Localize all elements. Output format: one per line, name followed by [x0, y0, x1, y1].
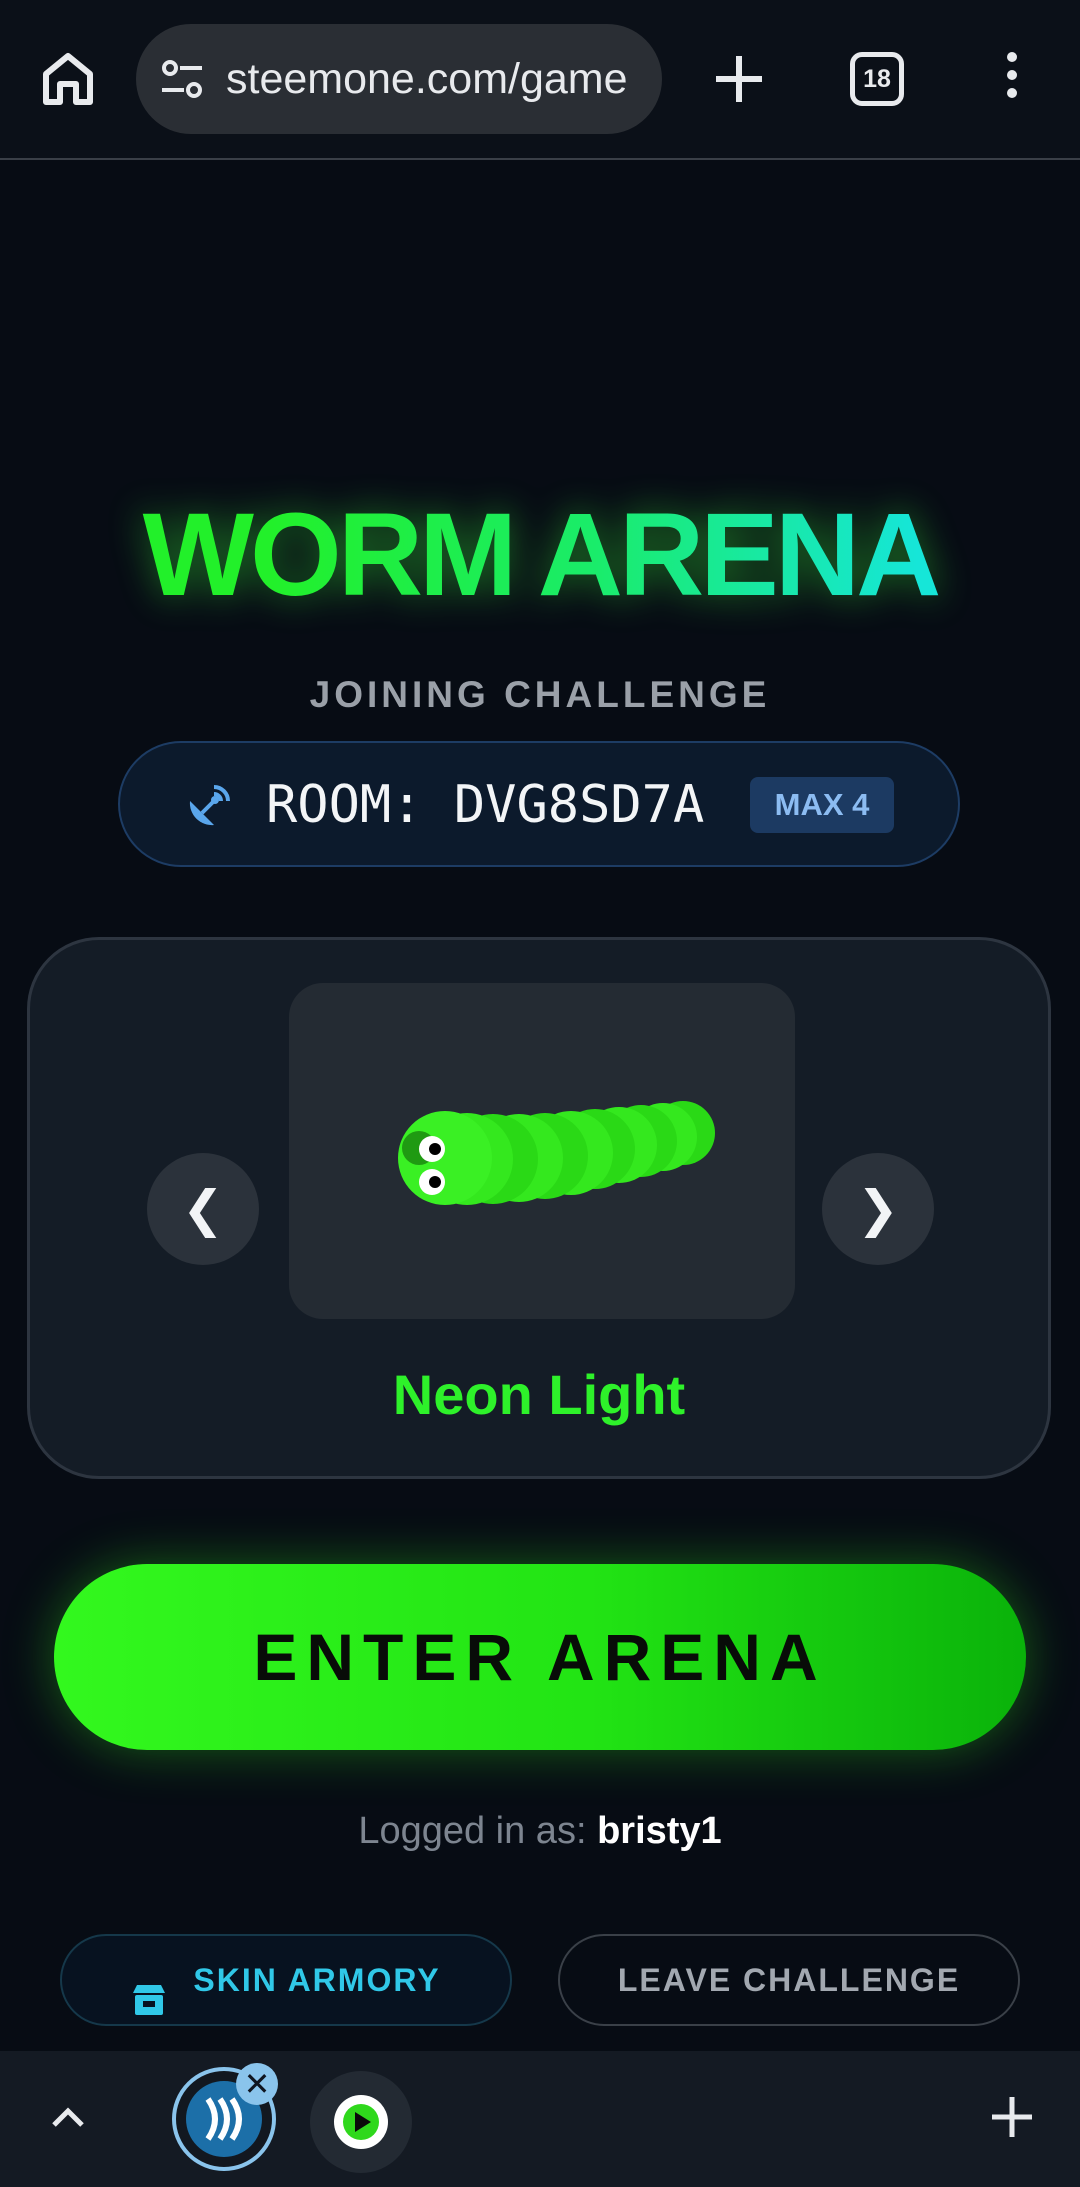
address-bar[interactable]: steemone.com/game — [136, 24, 662, 134]
game-tab-logo — [334, 2095, 388, 2149]
leave-challenge-button[interactable]: LEAVE CHALLENGE — [558, 1934, 1020, 2026]
more-menu-icon[interactable] — [994, 52, 1030, 108]
home-icon[interactable] — [36, 44, 100, 114]
satellite-dish-icon — [184, 781, 234, 831]
worm-skin-preview — [398, 1101, 715, 1205]
skin-armory-button[interactable]: SKIN ARMORY — [60, 1934, 512, 2026]
max-players-badge: MAX 4 — [750, 777, 894, 833]
skin-preview — [289, 983, 795, 1319]
chevron-up-icon[interactable] — [44, 2093, 92, 2141]
username: bristy1 — [597, 1810, 722, 1852]
store-icon — [131, 1962, 167, 2015]
room-code: ROOM: DVG8SD7A — [266, 775, 705, 835]
add-tab-icon[interactable] — [988, 2093, 1036, 2141]
skin-armory-label: SKIN ARMORY — [193, 1962, 441, 1998]
skin-name: Neon Light — [392, 1363, 686, 1426]
logged-in-status: Logged in as: bristy1 — [0, 1810, 1080, 1853]
tab-switcher-icon[interactable]: 18 — [850, 52, 904, 106]
next-skin-button[interactable]: ❯ — [822, 1153, 934, 1265]
prev-skin-button[interactable]: ❮ — [147, 1153, 259, 1265]
skin-selector: ❮ ❯ Neon Light — [27, 937, 1051, 1479]
logged-in-label: Logged in as: — [358, 1810, 587, 1852]
site-info-icon[interactable] — [158, 54, 206, 104]
room-info: ROOM: DVG8SD7A MAX 4 — [118, 741, 960, 867]
close-tab-icon[interactable]: ✕ — [236, 2063, 278, 2105]
enter-arena-button[interactable]: ENTER ARENA — [54, 1564, 1026, 1750]
url-text: steemone.com/game — [226, 55, 628, 103]
play-icon — [343, 2104, 379, 2140]
new-tab-icon[interactable] — [706, 44, 772, 114]
joining-subtitle: JOINING CHALLENGE — [309, 674, 771, 715]
browser-toolbar: steemone.com/game 18 — [0, 0, 1080, 160]
game-tab-icon[interactable] — [310, 2071, 412, 2173]
game-title: WORM ARENA — [0, 490, 1080, 620]
browser-bottom-bar: ✕ — [0, 2051, 1080, 2187]
